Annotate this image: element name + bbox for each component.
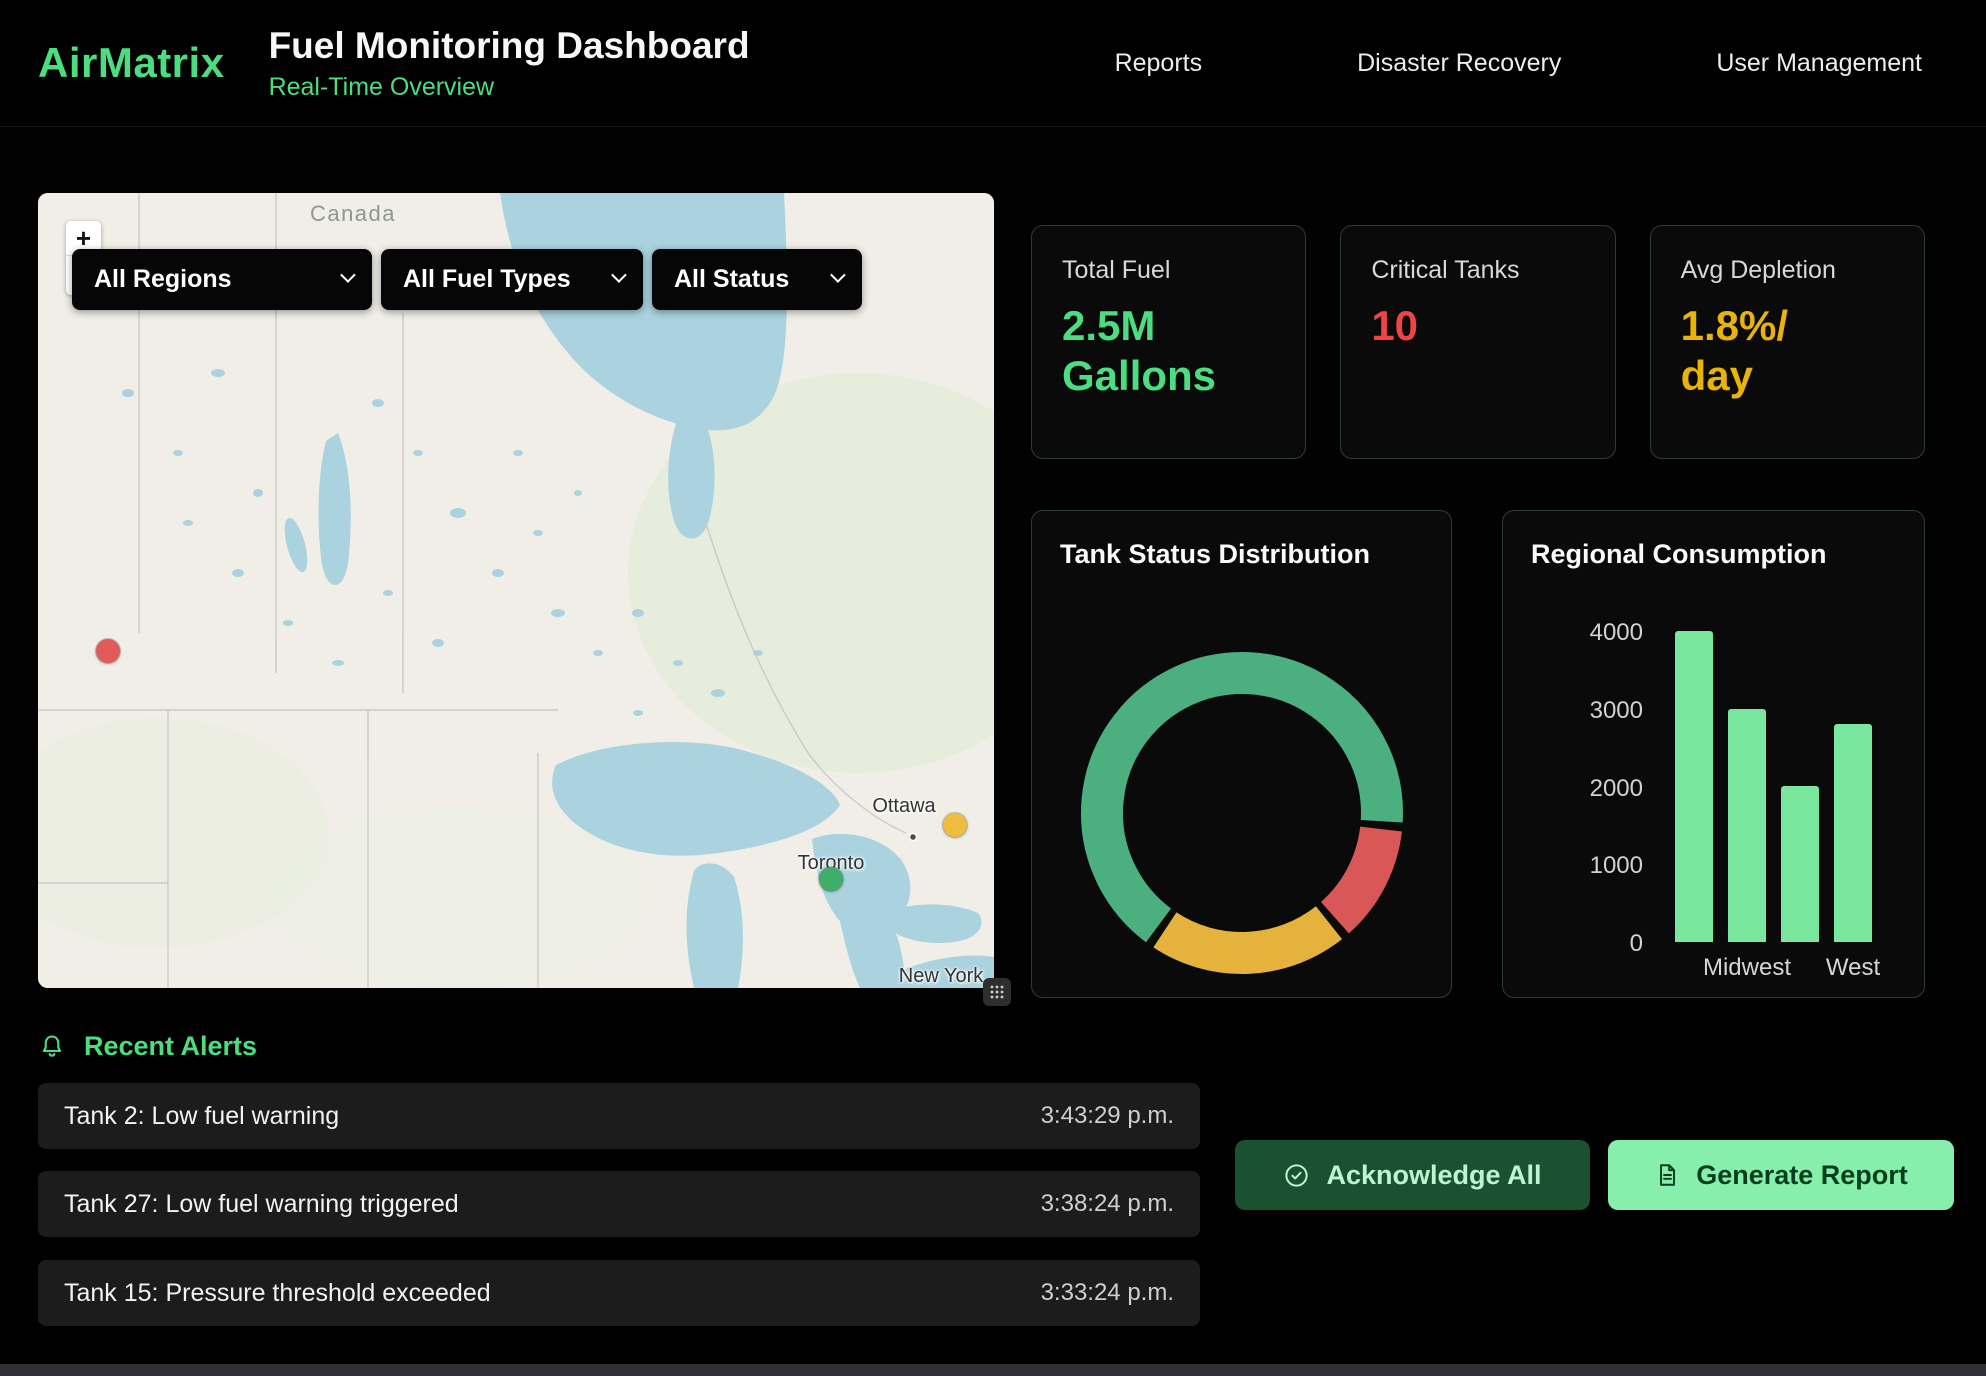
bar [1728,709,1766,942]
map-filter-bar: All Regions All Fuel Types All Status [72,249,862,310]
title-block: Fuel Monitoring Dashboard Real-Time Over… [269,25,750,102]
bottom-edge-bar [0,1364,1986,1376]
check-circle-icon [1283,1162,1310,1189]
tank-map[interactable]: Canada Ottawa Toronto New York + All Reg… [38,193,994,988]
stat-label: Total Fuel [1062,256,1275,285]
brand-logo[interactable]: AirMatrix [38,39,225,87]
x-tick-label: West [1834,954,1872,982]
alert-time: 3:43:29 p.m. [1041,1102,1174,1130]
alert-row[interactable]: Tank 15: Pressure threshold exceeded 3:3… [38,1260,1200,1326]
regions-filter-dropdown[interactable]: All Regions [72,249,372,310]
status-filter-value: All Status [674,265,789,294]
x-tick-label [1781,954,1819,982]
regions-filter-value: All Regions [94,265,232,294]
donut-segment-critical [1335,829,1381,918]
page-subtitle: Real-Time Overview [269,73,750,102]
alert-text: Tank 15: Pressure threshold exceeded [64,1279,491,1308]
alert-row[interactable]: Tank 2: Low fuel warning 3:43:29 p.m. [38,1083,1200,1149]
tank-marker-warning[interactable] [943,813,967,837]
tank-marker-critical[interactable] [96,639,120,663]
x-tick-label: Midwest [1728,954,1766,982]
status-filter-dropdown[interactable]: All Status [652,249,862,310]
stat-card-total-fuel: Total Fuel 2.5M Gallons [1031,225,1306,459]
fuel-type-filter-value: All Fuel Types [403,265,571,294]
nav-disaster-recovery[interactable]: Disaster Recovery [1357,49,1561,78]
bar-xlabels: Midwest West [1675,954,1872,982]
map-label-new-york: New York [881,965,994,988]
y-tick-label: 1000 [1590,854,1643,878]
stat-value: 1.8%/ day [1681,301,1841,402]
y-tick-label: 4000 [1590,621,1643,645]
tank-marker-normal[interactable] [819,867,843,891]
fuel-monitoring-dashboard: AirMatrix Fuel Monitoring Dashboard Real… [0,0,1986,1376]
stats-row: Total Fuel 2.5M Gallons Critical Tanks 1… [1031,225,1925,459]
bar-series [1675,631,1872,942]
stat-value: 10 [1371,301,1531,351]
alert-text: Tank 2: Low fuel warning [64,1102,339,1131]
chevron-down-icon [611,267,627,283]
nav-user-management[interactable]: User Management [1716,49,1922,78]
y-tick-label: 2000 [1590,777,1643,801]
alert-text: Tank 27: Low fuel warning triggered [64,1190,459,1219]
map-label-canada: Canada [288,201,418,227]
stat-card-avg-depletion: Avg Depletion 1.8%/ day [1650,225,1925,459]
donut-segment-warning [1165,923,1329,953]
bar-chart-title: Regional Consumption [1503,511,1924,570]
document-icon [1654,1162,1680,1188]
acknowledge-all-label: Acknowledge All [1326,1160,1541,1191]
alert-row[interactable]: Tank 27: Low fuel warning triggered 3:38… [38,1171,1200,1237]
bar [1781,786,1819,942]
page-title: Fuel Monitoring Dashboard [269,25,750,67]
chevron-down-icon [340,267,356,283]
y-tick-label: 0 [1630,932,1643,956]
stat-value: 2.5M Gallons [1062,301,1222,402]
bar [1675,631,1713,942]
app-header: AirMatrix Fuel Monitoring Dashboard Real… [0,0,1986,127]
stat-label: Avg Depletion [1681,256,1894,285]
alerts-heading: Recent Alerts [84,1031,257,1062]
alerts-header: Recent Alerts [38,1031,257,1062]
y-tick-label: 3000 [1590,699,1643,723]
generate-report-label: Generate Report [1696,1160,1908,1191]
stat-card-critical-tanks: Critical Tanks 10 [1340,225,1615,459]
generate-report-button[interactable]: Generate Report [1608,1140,1954,1210]
regional-consumption-card: Regional Consumption 4000 3000 2000 1000 0 M… [1502,510,1925,998]
acknowledge-all-button[interactable]: Acknowledge All [1235,1140,1590,1210]
donut-chart [1032,603,1452,1023]
bar-ylabels: 4000 3000 2000 1000 0 [1533,621,1643,956]
map-label-ottawa: Ottawa [844,795,964,818]
tank-status-card: Tank Status Distribution [1031,510,1452,998]
bar [1834,724,1872,942]
alert-time: 3:33:24 p.m. [1041,1279,1174,1307]
bell-icon [38,1033,66,1061]
map-drag-handle-icon[interactable] [983,978,1011,1006]
fuel-type-filter-dropdown[interactable]: All Fuel Types [381,249,643,310]
alert-time: 3:38:24 p.m. [1041,1190,1174,1218]
chevron-down-icon [830,267,846,283]
donut-chart-title: Tank Status Distribution [1032,511,1451,570]
nav-reports[interactable]: Reports [1115,49,1203,78]
main-nav: Reports Disaster Recovery User Managemen… [1115,49,1922,78]
stat-label: Critical Tanks [1371,256,1584,285]
